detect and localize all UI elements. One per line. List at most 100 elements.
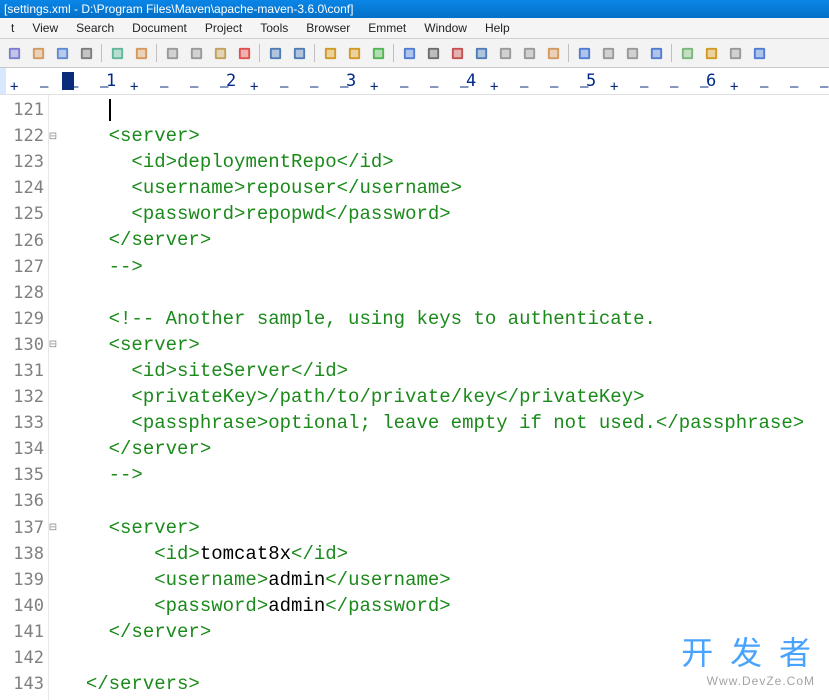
cut-icon[interactable] [161,42,183,64]
undo-icon[interactable] [264,42,286,64]
fold-marker[interactable]: ⊟ [48,515,58,541]
fold-marker[interactable]: ⊟ [48,332,58,358]
code-line[interactable]: <privateKey>/path/to/private/key</privat… [63,384,829,410]
editor[interactable]: 1211221231241251261271281291301311321331… [0,95,829,700]
menu-project[interactable]: Project [196,20,251,36]
delete-icon[interactable] [233,42,255,64]
show-eol-icon[interactable] [518,42,540,64]
new-file-icon[interactable] [3,42,25,64]
code-line[interactable]: <username>repouser</username> [63,175,829,201]
ruler-number: 2 [226,71,236,91]
menu-view[interactable]: View [23,20,67,36]
code-line[interactable]: <id>deploymentRepo</id> [63,149,829,175]
menu-help[interactable]: Help [476,20,519,36]
code-token: <server> [109,517,200,539]
ruler-tick: + [610,79,618,95]
code-line[interactable] [63,97,829,123]
code-line[interactable]: <!-- Another sample, using keys to authe… [63,306,829,332]
code-token: admin [268,569,325,591]
split-a-icon[interactable] [645,42,667,64]
code-line[interactable]: <password>repopwd</password> [63,201,829,227]
toolbar-separator [671,44,672,62]
menu-emmet[interactable]: Emmet [359,20,415,36]
ruler-number: 3 [346,71,356,91]
code-line[interactable]: <username>admin</username> [63,567,829,593]
ruler-tick: — [70,79,78,95]
code-token: <password> [63,203,245,225]
code-line[interactable]: <server> [63,123,829,149]
toolbar-separator [314,44,315,62]
copy-icon[interactable] [185,42,207,64]
code-line[interactable]: </server> [63,619,829,645]
code-line[interactable]: </server> [63,227,829,253]
code-line[interactable]: --> [63,254,829,280]
menu-window[interactable]: Window [415,20,476,36]
grid-c-icon[interactable] [597,42,619,64]
open-folder-icon[interactable] [130,42,152,64]
line-number: 124 [0,175,48,201]
open-icon[interactable] [27,42,49,64]
code-token: </privateKey> [496,386,644,408]
menu-t[interactable]: t [2,20,23,36]
code-area[interactable]: <server> <id>deploymentRepo</id> <userna… [49,95,829,700]
code-line[interactable]: <server> [63,332,829,358]
word-wrap-icon[interactable] [422,42,444,64]
help-icon[interactable] [748,42,770,64]
menu-document[interactable]: Document [123,20,196,36]
ruler-tick: — [40,79,48,95]
code-token: repouser [245,177,336,199]
code-line[interactable] [63,488,829,514]
ruler-number: 6 [706,71,716,91]
ruler-tick: — [520,79,528,95]
grid-b-icon[interactable] [573,42,595,64]
split-c-icon[interactable] [700,42,722,64]
menu-search[interactable]: Search [67,20,123,36]
fold-marker[interactable]: ⊟ [48,123,58,149]
code-line[interactable] [63,645,829,671]
code-token: <id> [63,360,177,382]
code-token: </password> [325,595,450,617]
split-b-icon[interactable] [676,42,698,64]
menubar: tViewSearchDocumentProjectToolsBrowserEm… [0,18,829,39]
code-token: tomcat8x [200,543,291,565]
print-icon[interactable] [75,42,97,64]
code-token: </username> [337,177,462,199]
font-icon[interactable] [446,42,468,64]
line-number: 133 [0,410,48,436]
spellcheck-icon[interactable] [367,42,389,64]
ruler-tick: — [160,79,168,95]
code-line[interactable]: </servers> [63,671,829,697]
bookmark-icon[interactable] [398,42,420,64]
code-line[interactable]: <id>tomcat8x</id> [63,541,829,567]
code-line[interactable]: <passphrase>optional; leave empty if not… [63,410,829,436]
code-line[interactable]: <id>siteServer</id> [63,358,829,384]
grid-d-icon[interactable] [621,42,643,64]
fold-marker [48,384,58,410]
code-token [63,595,154,617]
fold-column: ⊟ ⊟ ⊟ [48,95,58,697]
ruler-tick: + [370,79,378,95]
split-d-icon[interactable] [724,42,746,64]
paste-icon[interactable] [209,42,231,64]
grid-a-icon[interactable] [542,42,564,64]
hex-icon[interactable] [470,42,492,64]
show-tabs-icon[interactable] [494,42,516,64]
menu-browser[interactable]: Browser [297,20,359,36]
code-line[interactable]: --> [63,462,829,488]
menu-tools[interactable]: Tools [251,20,297,36]
search-icon[interactable] [319,42,341,64]
code-line[interactable]: <server> [63,515,829,541]
code-line[interactable]: <password>admin</password> [63,593,829,619]
ruler-tick: — [400,79,408,95]
code-token: </servers> [86,673,200,695]
code-token [63,99,109,121]
save-icon[interactable] [51,42,73,64]
code-token: repopwd [245,203,325,225]
replace-icon[interactable] [343,42,365,64]
redo-icon[interactable] [288,42,310,64]
code-line[interactable]: </server> [63,436,829,462]
preview-icon[interactable] [106,42,128,64]
code-token: <passphrase> [63,412,268,434]
toolbar-separator [156,44,157,62]
code-line[interactable] [63,280,829,306]
